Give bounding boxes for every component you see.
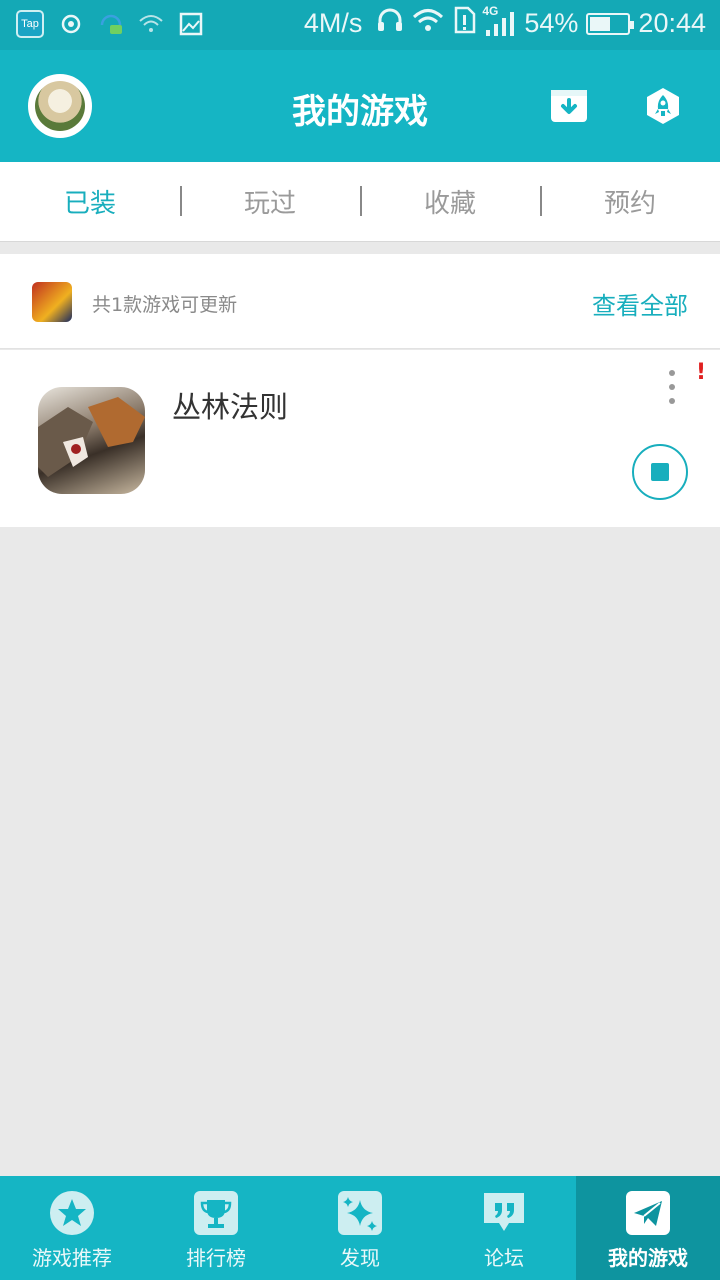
headset-chat-icon (98, 11, 124, 37)
game-name: 丛林法则 (172, 390, 289, 424)
send-icon (625, 1190, 671, 1236)
stop-icon (651, 463, 669, 481)
app-header: 我的游戏 (0, 50, 720, 162)
nav-item-recommend[interactable]: 游戏推荐 (0, 1176, 144, 1280)
nav-label-forum: 论坛 (484, 1246, 524, 1270)
stop-button[interactable] (632, 444, 688, 500)
battery-percent: 54% (524, 8, 579, 38)
update-game-icon (32, 282, 72, 322)
battery-fill (590, 16, 610, 31)
gallery-icon (178, 11, 204, 37)
rocket-icon (647, 88, 679, 124)
more-dot-icon (669, 398, 675, 404)
nav-item-discover[interactable]: 发现 (288, 1176, 432, 1280)
network-type: 4G (482, 3, 499, 18)
tab-played[interactable]: 玩过 (180, 162, 360, 241)
wifi-icon (412, 7, 444, 40)
star-icon (49, 1190, 95, 1236)
game-list-item[interactable]: 丛林法则 ! (0, 350, 720, 527)
clock: 20:44 (638, 8, 706, 38)
page-title: 我的游戏 (292, 92, 428, 132)
more-dot-icon (669, 384, 675, 390)
tap-app-label: Tap (21, 18, 39, 30)
forum-icon (481, 1190, 527, 1236)
nav-label-recommend: 游戏推荐 (32, 1246, 112, 1270)
trophy-icon (193, 1190, 239, 1236)
rocket-button[interactable] (643, 86, 683, 126)
status-bar: Tap 4M/s 4G 54% 20:44 (0, 0, 720, 50)
game-tabs: 已装 玩过 收藏 预约 (0, 162, 720, 242)
network-speed: 4M/s (303, 8, 363, 38)
update-count-text: 共1款游戏可更新 (92, 294, 238, 316)
download-box-icon (551, 90, 587, 122)
tab-reserved[interactable]: 预约 (540, 162, 720, 241)
status-system-info: 4M/s 4G 54% 20:44 (303, 4, 706, 41)
nav-item-ranking[interactable]: 排行榜 (144, 1176, 288, 1280)
update-summary: 共1款游戏可更新 查看全部 (0, 254, 720, 349)
more-options-button[interactable] (664, 370, 680, 404)
view-all-link[interactable]: 查看全部 (592, 286, 688, 321)
nav-item-my-games[interactable]: 我的游戏 (576, 1176, 720, 1280)
battery-icon (586, 12, 635, 35)
tab-favorites[interactable]: 收藏 (360, 162, 540, 241)
more-dot-icon (669, 370, 675, 376)
wifi-question-icon (138, 11, 164, 37)
sim-alert-icon (452, 6, 476, 41)
nav-label-discover: 发现 (340, 1246, 380, 1270)
status-notification-icons: Tap (16, 10, 204, 38)
download-manager-button[interactable] (549, 86, 589, 126)
bottom-nav: 游戏推荐 排行榜 发现 论坛 我的游戏 (0, 1176, 720, 1280)
game-icon (38, 387, 145, 494)
signal-icon: 4G (482, 4, 516, 38)
nav-item-forum[interactable]: 论坛 (432, 1176, 576, 1280)
headphones-icon (376, 7, 404, 40)
nav-label-my-games: 我的游戏 (608, 1246, 688, 1270)
sparkle-icon (337, 1190, 383, 1236)
sync-icon (58, 11, 84, 37)
alert-mark: ! (696, 360, 707, 385)
tab-installed[interactable]: 已装 (0, 162, 180, 241)
nav-label-ranking: 排行榜 (186, 1246, 246, 1270)
tap-app-icon: Tap (16, 10, 44, 38)
